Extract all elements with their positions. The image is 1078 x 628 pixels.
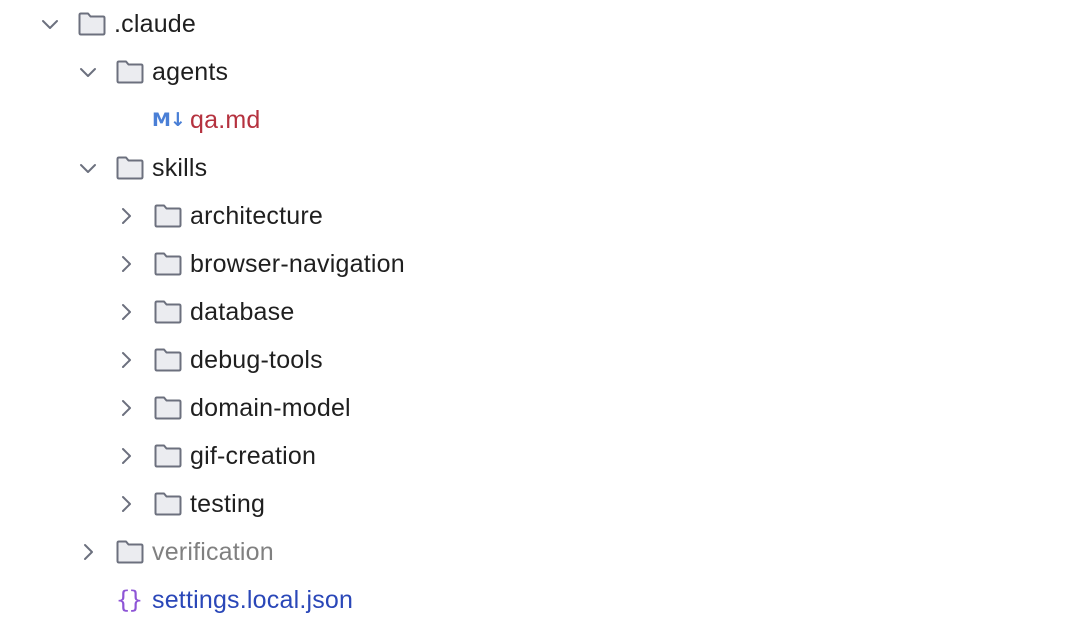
chevron-down-icon[interactable] bbox=[40, 14, 60, 34]
tree-row-gif-creation[interactable]: gif-creation bbox=[0, 432, 1078, 480]
folder-icon bbox=[153, 299, 183, 325]
project-tree: .claude agents M↓ qa.md skills architect… bbox=[0, 0, 1078, 628]
tree-label: database bbox=[190, 298, 295, 326]
tree-row-browser-navigation[interactable]: browser-navigation bbox=[0, 240, 1078, 288]
folder-icon bbox=[153, 443, 183, 469]
tree-label: architecture bbox=[190, 202, 324, 230]
folder-icon bbox=[115, 539, 145, 565]
tree-row-qa-md[interactable]: M↓ qa.md bbox=[0, 96, 1078, 144]
folder-icon bbox=[153, 203, 183, 229]
chevron-down-icon[interactable] bbox=[78, 62, 98, 82]
tree-row-claude[interactable]: .claude bbox=[0, 0, 1078, 48]
chevron-right-icon[interactable] bbox=[116, 254, 136, 274]
tree-row-architecture[interactable]: architecture bbox=[0, 192, 1078, 240]
chevron-right-icon[interactable] bbox=[116, 398, 136, 418]
json-icon: {} bbox=[116, 586, 143, 614]
tree-row-database[interactable]: database bbox=[0, 288, 1078, 336]
tree-row-debug-tools[interactable]: debug-tools bbox=[0, 336, 1078, 384]
folder-icon bbox=[153, 347, 183, 373]
chevron-right-icon[interactable] bbox=[78, 542, 98, 562]
chevron-down-icon[interactable] bbox=[78, 158, 98, 178]
folder-icon bbox=[153, 251, 183, 277]
tree-row-skills[interactable]: skills bbox=[0, 144, 1078, 192]
tree-row-domain-model[interactable]: domain-model bbox=[0, 384, 1078, 432]
tree-label: verification bbox=[152, 538, 274, 566]
tree-label: testing bbox=[190, 490, 266, 518]
folder-icon bbox=[153, 395, 183, 421]
tree-label: .claude bbox=[114, 10, 197, 38]
tree-label: settings.local.json bbox=[152, 586, 354, 614]
tree-row-agents[interactable]: agents bbox=[0, 48, 1078, 96]
tree-label: browser-navigation bbox=[190, 250, 405, 278]
chevron-right-icon[interactable] bbox=[116, 206, 136, 226]
folder-icon bbox=[115, 59, 145, 85]
chevron-right-icon[interactable] bbox=[116, 302, 136, 322]
tree-row-settings-local-json[interactable]: {} settings.local.json bbox=[0, 576, 1078, 624]
tree-label: qa.md bbox=[190, 106, 261, 134]
tree-label: agents bbox=[152, 58, 229, 86]
chevron-right-icon[interactable] bbox=[116, 446, 136, 466]
tree-row-testing[interactable]: testing bbox=[0, 480, 1078, 528]
tree-label: domain-model bbox=[190, 394, 351, 422]
tree-label: skills bbox=[152, 154, 208, 182]
tree-label: debug-tools bbox=[190, 346, 323, 374]
folder-icon bbox=[153, 491, 183, 517]
folder-icon bbox=[77, 11, 107, 37]
markdown-icon: M↓ bbox=[152, 109, 186, 131]
tree-row-verification[interactable]: verification bbox=[0, 528, 1078, 576]
chevron-right-icon[interactable] bbox=[116, 350, 136, 370]
chevron-right-icon[interactable] bbox=[116, 494, 136, 514]
tree-label: gif-creation bbox=[190, 442, 317, 470]
folder-icon bbox=[115, 155, 145, 181]
